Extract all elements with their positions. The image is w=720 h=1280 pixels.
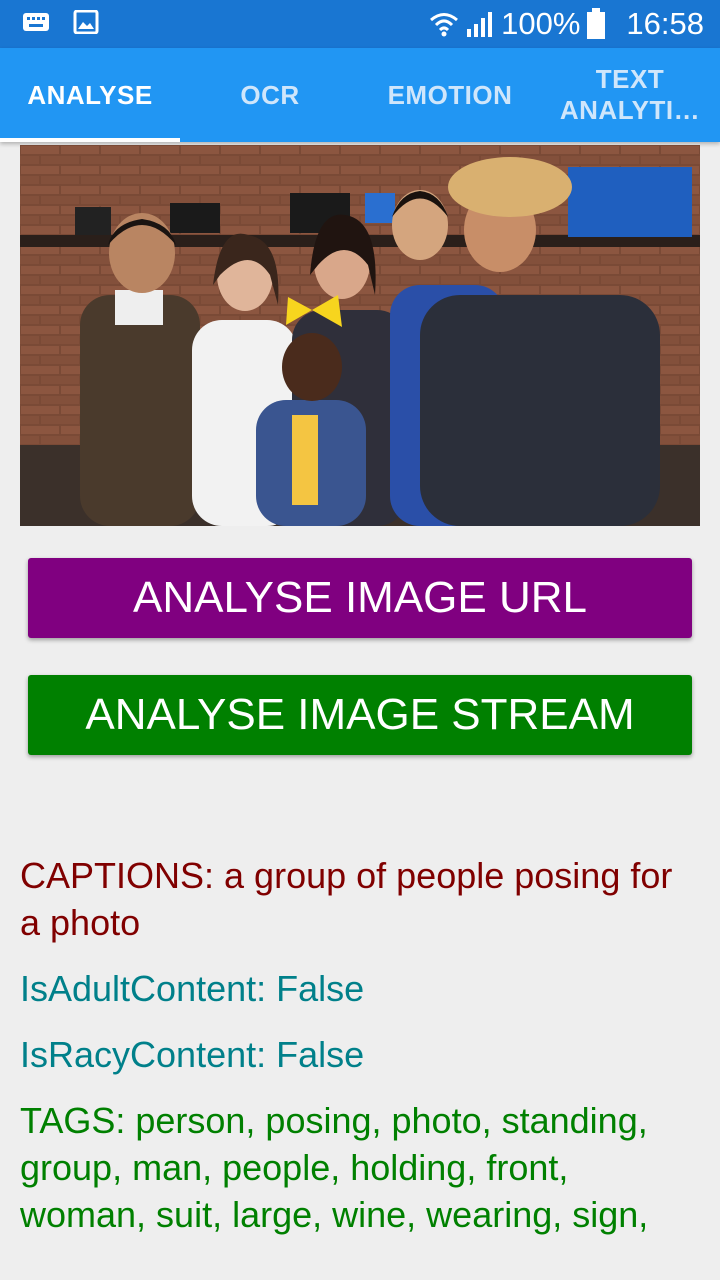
- tab-label: ANALYSE: [27, 79, 153, 110]
- tab-bar: ANALYSE OCR EMOTION TEXT ANALYTI…: [0, 48, 720, 142]
- signal-icon: [467, 12, 493, 37]
- tab-label: EMOTION: [387, 79, 513, 110]
- is-racy-content-text: IsRacyContent: False: [20, 1034, 365, 1075]
- clock: 16:58: [626, 6, 704, 41]
- status-bar: 100% 16:58: [0, 0, 720, 48]
- status-left: [22, 10, 100, 34]
- keyboard-icon: [23, 13, 49, 31]
- analyse-image-stream-button[interactable]: ANALYSE IMAGE STREAM: [28, 675, 692, 755]
- status-right: 100% 16:58: [429, 4, 704, 44]
- analysed-photo: [20, 145, 700, 526]
- tags-text: TAGS: person, posing, photo, standing, g…: [20, 1100, 649, 1235]
- tab-label: OCR: [240, 79, 300, 110]
- tab-analyse[interactable]: ANALYSE: [0, 48, 180, 142]
- captions-text: CAPTIONS: a group of people posing for a…: [20, 855, 673, 943]
- battery-percent: 100%: [501, 6, 581, 41]
- tab-text-analytics[interactable]: TEXT ANALYTI…: [540, 48, 720, 142]
- tab-emotion[interactable]: EMOTION: [360, 48, 540, 142]
- analyse-image-url-button[interactable]: ANALYSE IMAGE URL: [28, 558, 692, 638]
- is-adult-content-text: IsAdultContent: False: [20, 968, 365, 1009]
- tab-label: TEXT ANALYTI…: [559, 64, 701, 125]
- analysis-results: CAPTIONS: a group of people posing for a…: [20, 852, 700, 1257]
- active-tab-indicator: [0, 138, 180, 142]
- app-screen: 100% 16:58 ANALYSE OCR EMOTION TEXT ANAL…: [0, 0, 720, 1280]
- battery-icon: [587, 8, 606, 39]
- tab-ocr[interactable]: OCR: [180, 48, 360, 142]
- wifi-icon: [430, 13, 459, 37]
- group-photo-image: [20, 145, 700, 526]
- image-icon: [73, 10, 99, 34]
